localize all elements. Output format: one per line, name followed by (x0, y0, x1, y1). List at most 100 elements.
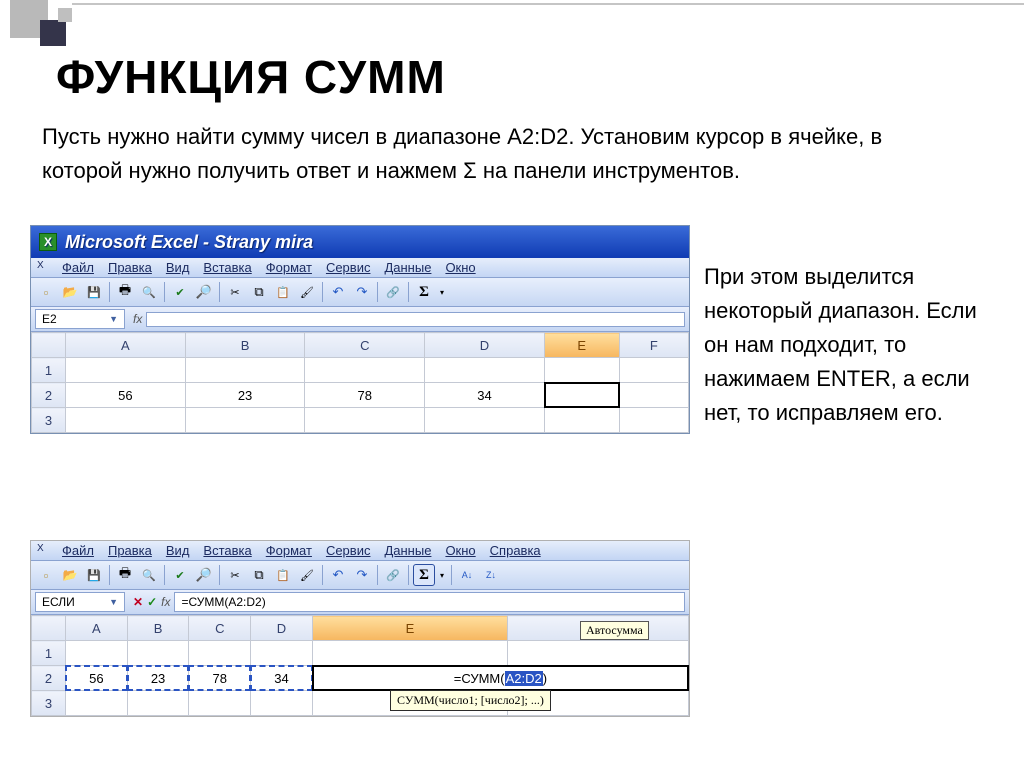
cell-A2[interactable]: 56 (66, 383, 186, 408)
autosum-icon[interactable]: Σ (413, 281, 435, 303)
autosum-icon[interactable]: Σ (413, 564, 435, 586)
research-icon[interactable]: 🔎 (193, 281, 215, 303)
cut-icon[interactable] (224, 281, 246, 303)
workbook-icon[interactable]: X (37, 543, 52, 558)
select-all-corner[interactable] (32, 333, 66, 358)
cut-icon[interactable] (224, 564, 246, 586)
menu-insert[interactable]: Вставка (203, 543, 251, 558)
col-D[interactable]: D (425, 333, 545, 358)
formula-bar: E2▼ fx (31, 307, 689, 332)
autosum-dropdown-icon[interactable]: ▾ (437, 281, 447, 303)
cell-D2[interactable]: 34 (425, 383, 545, 408)
row-3[interactable]: 3 (32, 691, 66, 716)
spellcheck-icon[interactable] (169, 564, 191, 586)
cell-B2[interactable]: 23 (185, 383, 305, 408)
menu-format[interactable]: Формат (266, 543, 312, 558)
hyperlink-icon[interactable] (382, 281, 404, 303)
menu-tools[interactable]: Сервис (326, 260, 371, 275)
row-1[interactable]: 1 (32, 358, 66, 383)
menu-view[interactable]: Вид (166, 260, 190, 275)
formula-input[interactable] (146, 312, 685, 327)
menu-bar-2[interactable]: X Файл Правка Вид Вставка Формат Сервис … (31, 541, 689, 561)
preview-icon[interactable] (138, 564, 160, 586)
autosum-dropdown-icon[interactable]: ▾ (437, 564, 447, 586)
menu-insert[interactable]: Вставка (203, 260, 251, 275)
menu-data[interactable]: Данные (384, 260, 431, 275)
menu-file[interactable]: Файл (62, 543, 94, 558)
paste-icon[interactable] (272, 281, 294, 303)
formula-input[interactable]: =СУММ(A2:D2) (174, 592, 685, 612)
hyperlink-icon[interactable] (382, 564, 404, 586)
row-1[interactable]: 1 (32, 641, 66, 666)
open-icon[interactable] (59, 281, 81, 303)
save-icon[interactable] (83, 564, 105, 586)
cancel-icon[interactable]: ✕ (133, 595, 143, 609)
copy-icon[interactable] (248, 564, 270, 586)
col-E[interactable]: E (544, 333, 619, 358)
menu-edit[interactable]: Правка (108, 260, 152, 275)
cell-C2[interactable]: 78 (305, 383, 425, 408)
research-icon[interactable]: 🔎 (193, 564, 215, 586)
cell-C2[interactable]: 78 (189, 666, 251, 691)
col-A[interactable]: A (66, 333, 186, 358)
format-painter-icon[interactable] (296, 564, 318, 586)
spreadsheet-grid[interactable]: A B C D E F 1 2 56 23 78 34 3 (31, 332, 689, 433)
sort-desc-icon[interactable] (480, 564, 502, 586)
window-titlebar: X Microsoft Excel - Strany mira (31, 226, 689, 258)
open-icon[interactable] (59, 564, 81, 586)
print-icon[interactable] (114, 564, 136, 586)
menu-window[interactable]: Окно (445, 260, 475, 275)
menu-file[interactable]: Файл (62, 260, 94, 275)
cell-E2[interactable]: =СУММ(A2:D2) (312, 666, 688, 691)
col-B[interactable]: B (127, 616, 189, 641)
menu-help[interactable]: Справка (490, 543, 541, 558)
col-D[interactable]: D (251, 616, 313, 641)
menu-bar[interactable]: X Файл Правка Вид Вставка Формат Сервис … (31, 258, 689, 278)
save-icon[interactable] (83, 281, 105, 303)
cell-D2[interactable]: 34 (251, 666, 313, 691)
col-F[interactable]: F (619, 333, 688, 358)
menu-view[interactable]: Вид (166, 543, 190, 558)
cell-E2[interactable] (544, 383, 619, 408)
workbook-icon[interactable]: X (37, 260, 52, 275)
new-icon[interactable] (35, 281, 57, 303)
undo-icon[interactable] (327, 564, 349, 586)
menu-edit[interactable]: Правка (108, 543, 152, 558)
col-A[interactable]: A (66, 616, 128, 641)
slide-title: ФУНКЦИЯ СУММ (56, 50, 446, 104)
fx-icon[interactable]: fx (161, 595, 170, 609)
col-E[interactable]: E (312, 616, 507, 641)
enter-icon[interactable]: ✓ (147, 595, 157, 609)
side-paragraph: При этом выделится некоторый диапазон. Е… (704, 260, 994, 430)
col-C[interactable]: C (305, 333, 425, 358)
col-B[interactable]: B (185, 333, 305, 358)
name-box[interactable]: ЕСЛИ▼ (35, 592, 125, 612)
menu-format[interactable]: Формат (266, 260, 312, 275)
new-icon[interactable] (35, 564, 57, 586)
row-3[interactable]: 3 (32, 408, 66, 433)
redo-icon[interactable] (351, 281, 373, 303)
sort-asc-icon[interactable] (456, 564, 478, 586)
redo-icon[interactable] (351, 564, 373, 586)
spellcheck-icon[interactable] (169, 281, 191, 303)
undo-icon[interactable] (327, 281, 349, 303)
col-C[interactable]: C (189, 616, 251, 641)
intro-paragraph: Пусть нужно найти сумму чисел в диапазон… (42, 120, 962, 188)
row-2[interactable]: 2 (32, 383, 66, 408)
cell-A2[interactable]: 56 (66, 666, 128, 691)
menu-tools[interactable]: Сервис (326, 543, 371, 558)
row-2[interactable]: 2 (32, 666, 66, 691)
name-box[interactable]: E2▼ (35, 309, 125, 329)
cell-B2[interactable]: 23 (127, 666, 189, 691)
print-icon[interactable] (114, 281, 136, 303)
copy-icon[interactable] (248, 281, 270, 303)
preview-icon[interactable] (138, 281, 160, 303)
paste-icon[interactable] (272, 564, 294, 586)
toolbar: 🔎 Σ ▾ (31, 278, 689, 307)
fx-icon[interactable]: fx (133, 312, 142, 326)
select-all-corner[interactable] (32, 616, 66, 641)
menu-data[interactable]: Данные (384, 543, 431, 558)
menu-window[interactable]: Окно (445, 543, 475, 558)
toolbar-2: 🔎 Σ ▾ (31, 561, 689, 590)
format-painter-icon[interactable] (296, 281, 318, 303)
